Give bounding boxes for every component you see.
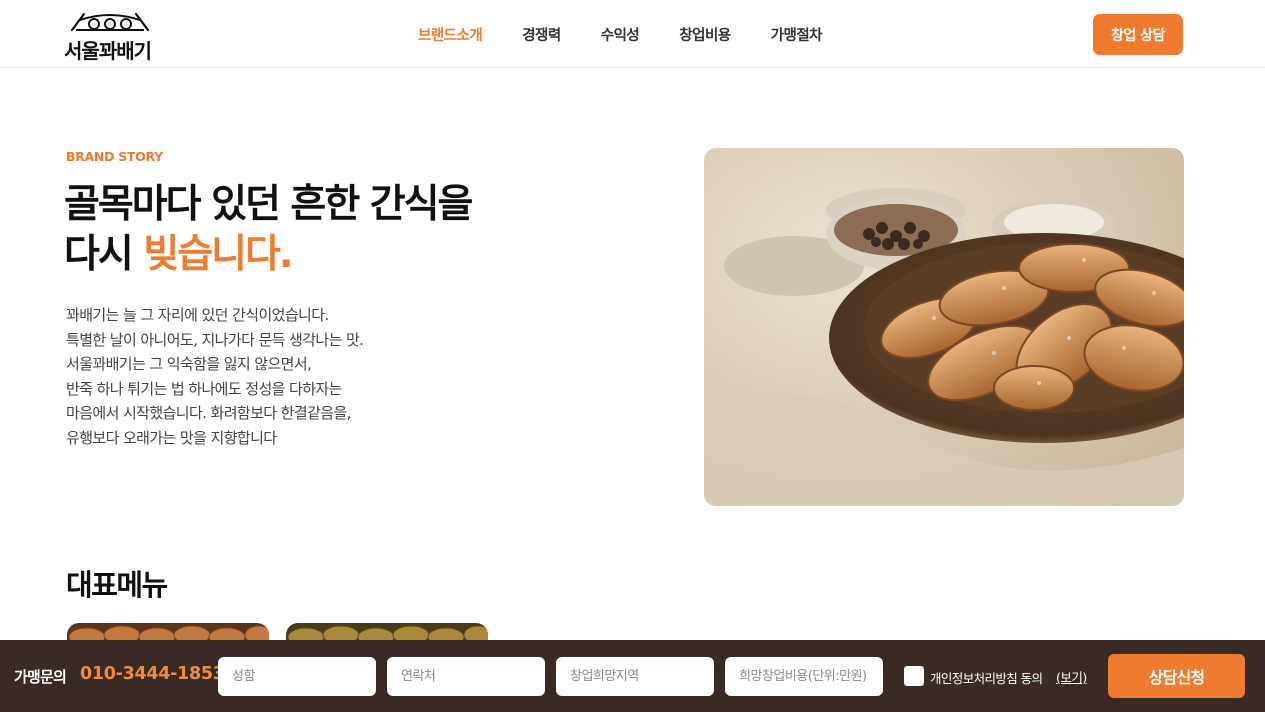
startup-consult-button[interactable]: 창업 상담 xyxy=(1093,14,1183,55)
privacy-agree-checkbox[interactable] xyxy=(904,666,924,686)
description-line: 꽈배기는 늘 그 자리에 있던 간식이었습니다. xyxy=(66,306,329,324)
contact-input[interactable] xyxy=(387,657,545,696)
headline-line2-prefix: 다시 xyxy=(64,232,144,277)
description-line: 반죽 하나 튀기는 법 하나에도 정성을 다하자는 xyxy=(66,379,342,398)
nav-item-competitiveness[interactable]: 경쟁력 xyxy=(522,24,561,45)
site-header: 서울꽈배기 브랜드소개 경쟁력 수익성 창업비용 가맹절차 창업 상담 xyxy=(0,0,1265,68)
hero-headline: 골목마다 있던 흔한 간식을 다시 빚습니다. xyxy=(64,180,473,280)
nav-item-startup-cost[interactable]: 창업비용 xyxy=(679,24,731,45)
description-line: 유행보다 오래가는 맛을 지향합니다 xyxy=(66,428,277,447)
description-line: 특별한 날이 아니어도, 지나가다 문득 생각나는 맛. xyxy=(66,330,364,349)
logo-text: 서울꽈배기 xyxy=(64,39,152,63)
privacy-view-link[interactable]: (보기) xyxy=(1056,667,1087,686)
privacy-agree-label: 개인정보처리방침 동의 xyxy=(930,671,1043,686)
hero-kkwabaegi-photo xyxy=(704,148,1184,506)
inquiry-phone[interactable]: 010-3444-1853 xyxy=(80,664,225,684)
inquiry-label: 가맹문의 xyxy=(14,668,67,686)
logo-twist-icon xyxy=(70,12,150,32)
franchise-inquiry-bar: 가맹문의 010-3444-1853 개인정보처리방침 동의 (보기) 상담신청 xyxy=(0,640,1265,712)
consult-submit-button[interactable]: 상담신청 xyxy=(1108,654,1245,698)
main-nav: 브랜드소개 경쟁력 수익성 창업비용 가맹절차 xyxy=(418,24,862,45)
name-input[interactable] xyxy=(218,657,376,696)
description-line: 마음에서 시작했습니다. 화려함보다 한결같음을, xyxy=(66,404,351,423)
description-line: 서울꽈배기는 그 익숙함을 잃지 않으면서, xyxy=(66,355,312,374)
hero-description: 꽈배기는 늘 그 자리에 있던 간식이었습니다. 특별한 날이 아니어도, 지나… xyxy=(66,303,364,451)
headline-line1: 골목마다 있던 흔한 간식을 xyxy=(64,182,473,227)
nav-item-profitability[interactable]: 수익성 xyxy=(601,24,640,45)
menu-section-title: 대표메뉴 xyxy=(66,568,168,602)
nav-item-brand[interactable]: 브랜드소개 xyxy=(418,24,483,45)
budget-input[interactable] xyxy=(725,657,883,696)
section-eyebrow: BRAND STORY xyxy=(66,149,163,164)
region-input[interactable] xyxy=(556,657,714,696)
headline-line2-accent: 빚습니다. xyxy=(143,232,293,277)
brand-logo[interactable]: 서울꽈배기 xyxy=(64,8,164,63)
nav-item-franchise-process[interactable]: 가맹절차 xyxy=(771,24,823,45)
